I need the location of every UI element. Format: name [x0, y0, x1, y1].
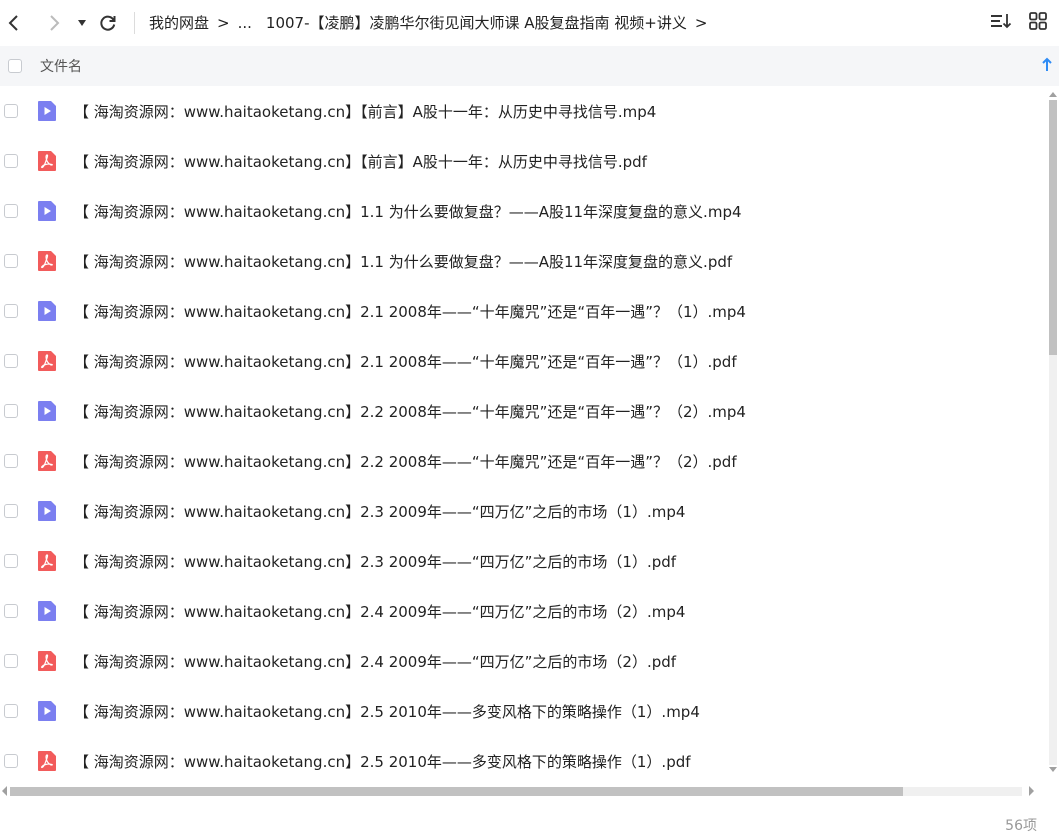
- file-row[interactable]: 【 海淘资源网：www.haitaoketang.cn】2.3 2009年——“…: [0, 486, 1045, 536]
- file-name[interactable]: 【 海淘资源网：www.haitaoketang.cn】2.5 2010年——多…: [74, 701, 700, 722]
- video-file-icon: [38, 301, 56, 321]
- caret-down-icon: [78, 19, 86, 26]
- video-file-icon: [38, 401, 56, 421]
- scroll-right-arrow-icon[interactable]: [1028, 785, 1036, 797]
- video-file-icon: [38, 101, 56, 121]
- refresh-icon: [100, 15, 116, 31]
- file-row[interactable]: 【 海淘资源网：www.haitaoketang.cn】【前言】A股十一年：从历…: [0, 86, 1045, 136]
- file-row[interactable]: 【 海淘资源网：www.haitaoketang.cn】2.3 2009年——“…: [0, 536, 1045, 586]
- view-controls: [989, 10, 1049, 36]
- file-checkbox[interactable]: [4, 554, 18, 568]
- horizontal-scrollbar[interactable]: [0, 783, 1045, 799]
- file-name[interactable]: 【 海淘资源网：www.haitaoketang.cn】【前言】A股十一年：从历…: [74, 101, 656, 122]
- file-row[interactable]: 【 海淘资源网：www.haitaoketang.cn】1.1 为什么要做复盘？…: [0, 186, 1045, 236]
- file-name[interactable]: 【 海淘资源网：www.haitaoketang.cn】2.3 2009年——“…: [74, 501, 685, 522]
- file-row[interactable]: 【 海淘资源网：www.haitaoketang.cn】2.2 2008年——“…: [0, 386, 1045, 436]
- file-checkbox[interactable]: [4, 304, 18, 318]
- filename-column-header[interactable]: 文件名: [40, 56, 82, 76]
- file-row[interactable]: 【 海淘资源网：www.haitaoketang.cn】2.5 2010年——多…: [0, 736, 1045, 781]
- file-name[interactable]: 【 海淘资源网：www.haitaoketang.cn】1.1 为什么要做复盘？…: [74, 201, 742, 222]
- file-name[interactable]: 【 海淘资源网：www.haitaoketang.cn】2.3 2009年——“…: [74, 551, 676, 572]
- pdf-file-icon: [38, 351, 56, 371]
- grid-view-button[interactable]: [1027, 10, 1049, 36]
- file-list: 【 海淘资源网：www.haitaoketang.cn】【前言】A股十一年：从历…: [0, 86, 1045, 781]
- grid-view-icon: [1029, 12, 1047, 30]
- file-checkbox[interactable]: [4, 104, 18, 118]
- scroll-down-arrow-icon[interactable]: [1048, 766, 1058, 774]
- history-dropdown-button[interactable]: [74, 11, 90, 35]
- file-name[interactable]: 【 海淘资源网：www.haitaoketang.cn】2.1 2008年——“…: [74, 351, 737, 372]
- file-name[interactable]: 【 海淘资源网：www.haitaoketang.cn】2.5 2010年——多…: [74, 751, 691, 772]
- back-button[interactable]: [2, 11, 26, 35]
- file-checkbox[interactable]: [4, 504, 18, 518]
- vertical-scroll-thumb[interactable]: [1049, 100, 1057, 355]
- file-checkbox[interactable]: [4, 704, 18, 718]
- pdf-file-icon: [38, 251, 56, 271]
- toolbar-divider: [134, 11, 135, 34]
- vertical-scrollbar[interactable]: [1047, 86, 1059, 781]
- scroll-up-arrow-icon[interactable]: [1048, 90, 1058, 98]
- file-checkbox[interactable]: [4, 354, 18, 368]
- pdf-file-icon: [38, 551, 56, 571]
- file-row[interactable]: 【 海淘资源网：www.haitaoketang.cn】2.2 2008年——“…: [0, 436, 1045, 486]
- file-checkbox[interactable]: [4, 154, 18, 168]
- file-row[interactable]: 【 海淘资源网：www.haitaoketang.cn】1.1 为什么要做复盘？…: [0, 236, 1045, 286]
- breadcrumb-root[interactable]: 我的网盘: [149, 12, 209, 33]
- pdf-file-icon: [38, 751, 56, 771]
- file-row[interactable]: 【 海淘资源网：www.haitaoketang.cn】2.1 2008年——“…: [0, 336, 1045, 386]
- file-row[interactable]: 【 海淘资源网：www.haitaoketang.cn】2.4 2009年——“…: [0, 586, 1045, 636]
- file-list-header: 文件名: [0, 46, 1059, 86]
- arrow-up-icon: [1042, 57, 1052, 71]
- video-file-icon: [38, 501, 56, 521]
- video-file-icon: [38, 601, 56, 621]
- pdf-file-icon: [38, 651, 56, 671]
- select-all-checkbox[interactable]: [8, 59, 22, 73]
- file-row[interactable]: 【 海淘资源网：www.haitaoketang.cn】2.1 2008年——“…: [0, 286, 1045, 336]
- file-name[interactable]: 【 海淘资源网：www.haitaoketang.cn】2.1 2008年——“…: [74, 301, 746, 322]
- horizontal-scroll-thumb[interactable]: [10, 787, 903, 796]
- sort-ascending-button[interactable]: [1041, 57, 1053, 77]
- file-checkbox[interactable]: [4, 204, 18, 218]
- video-file-icon: [38, 201, 56, 221]
- breadcrumb-ellipsis[interactable]: ...: [238, 14, 252, 32]
- pdf-file-icon: [38, 451, 56, 471]
- toolbar: 我的网盘 > ... 1007-【凌鹏】凌鹏华尔街见闻大师课 A股复盘指南 视频…: [0, 0, 1059, 45]
- sort-button[interactable]: [989, 10, 1013, 36]
- file-checkbox[interactable]: [4, 404, 18, 418]
- file-name[interactable]: 【 海淘资源网：www.haitaoketang.cn】2.2 2008年——“…: [74, 451, 737, 472]
- file-name[interactable]: 【 海淘资源网：www.haitaoketang.cn】2.4 2009年——“…: [74, 601, 685, 622]
- breadcrumb-separator: >: [694, 13, 708, 32]
- file-name[interactable]: 【 海淘资源网：www.haitaoketang.cn】【前言】A股十一年：从历…: [74, 151, 647, 172]
- sort-list-icon: [991, 14, 1012, 29]
- file-checkbox[interactable]: [4, 254, 18, 268]
- scroll-left-arrow-icon[interactable]: [0, 785, 8, 797]
- file-row[interactable]: 【 海淘资源网：www.haitaoketang.cn】2.4 2009年——“…: [0, 636, 1045, 686]
- file-checkbox[interactable]: [4, 654, 18, 668]
- item-count: 56项: [1005, 818, 1037, 834]
- file-row[interactable]: 【 海淘资源网：www.haitaoketang.cn】2.5 2010年——多…: [0, 686, 1045, 736]
- file-checkbox[interactable]: [4, 754, 18, 768]
- file-row[interactable]: 【 海淘资源网：www.haitaoketang.cn】【前言】A股十一年：从历…: [0, 136, 1045, 186]
- pdf-file-icon: [38, 151, 56, 171]
- forward-button[interactable]: [42, 11, 66, 35]
- breadcrumb-separator: >: [217, 13, 230, 32]
- chevron-right-icon: [50, 14, 60, 31]
- breadcrumb-current[interactable]: 1007-【凌鹏】凌鹏华尔街见闻大师课 A股复盘指南 视频+讲义: [266, 12, 687, 33]
- file-checkbox[interactable]: [4, 604, 18, 618]
- video-file-icon: [38, 701, 56, 721]
- chevron-left-icon: [8, 14, 18, 31]
- file-name[interactable]: 【 海淘资源网：www.haitaoketang.cn】2.2 2008年——“…: [74, 401, 746, 422]
- refresh-button[interactable]: [96, 11, 120, 35]
- file-name[interactable]: 【 海淘资源网：www.haitaoketang.cn】2.4 2009年——“…: [74, 651, 676, 672]
- file-name[interactable]: 【 海淘资源网：www.haitaoketang.cn】1.1 为什么要做复盘？…: [74, 251, 732, 272]
- file-checkbox[interactable]: [4, 454, 18, 468]
